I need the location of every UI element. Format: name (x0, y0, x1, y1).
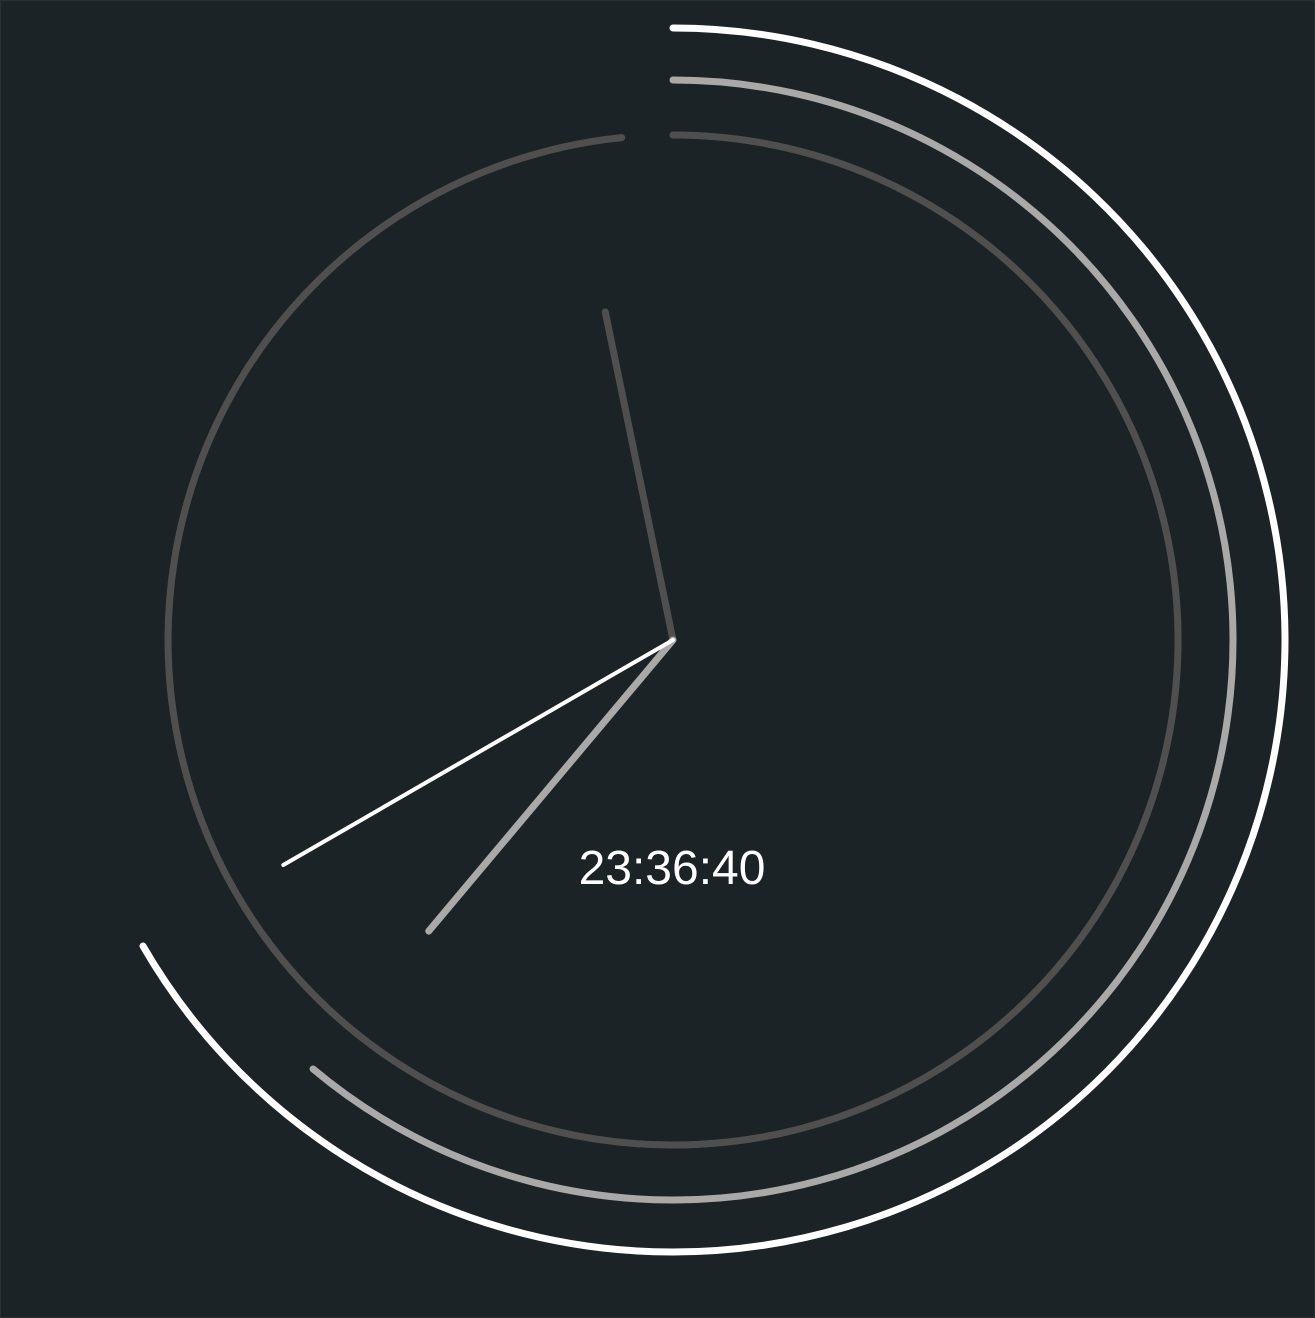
hour-hand (601, 308, 677, 644)
minute-progress-ring (309, 76, 1237, 1204)
second-hand (281, 638, 675, 867)
clock-face: 23:36:40 (139, 24, 1289, 1256)
digital-time-readout: 23:36:40 (579, 842, 766, 895)
